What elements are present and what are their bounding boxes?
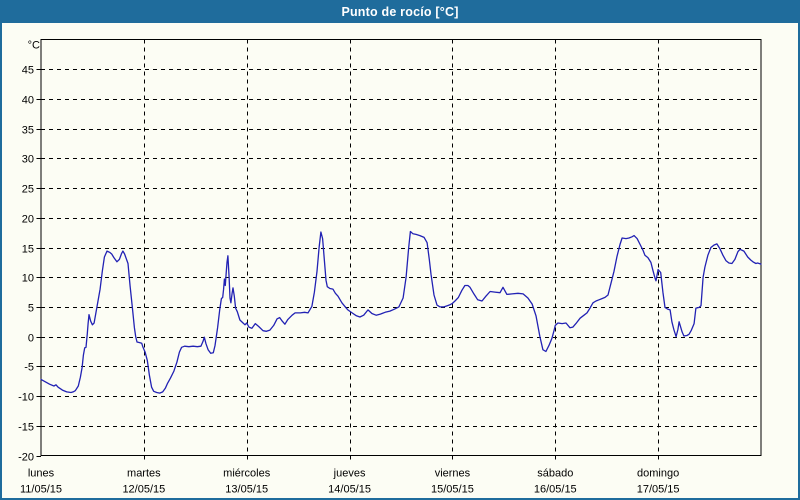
day-name-label: domingo <box>637 468 679 480</box>
y-tick-label: 10 <box>22 273 34 285</box>
dewpoint-chart: 45 40 35 30 25 20 15 10 5 0 -5 -10 -15 -20 °C lunes 11/0… <box>2 2 798 498</box>
y-tick-label: -20 <box>18 452 34 464</box>
y-tick-label: -10 <box>18 392 34 404</box>
y-tick-label: 15 <box>22 244 34 256</box>
y-tick-label: 35 <box>22 125 34 137</box>
day-date-label: 11/05/15 <box>20 484 62 496</box>
y-tick-label: -15 <box>18 422 34 434</box>
y-tick-label: 25 <box>22 184 34 196</box>
chart-window: Punto de rocío [°C] 454035302520151050-5… <box>0 0 800 500</box>
day-name-label: sábado <box>537 468 573 480</box>
day-name-label: lunes <box>28 468 55 480</box>
day-name-label: miércoles <box>223 468 271 480</box>
day-date-label: 13/05/15 <box>225 484 268 496</box>
plot-frame <box>41 40 761 456</box>
y-tick-label: 40 <box>22 95 34 107</box>
y-tick-label: 5 <box>28 303 34 315</box>
series-line <box>41 232 761 394</box>
day-date-label: 15/05/15 <box>431 484 474 496</box>
day-date-label: 14/05/15 <box>328 484 371 496</box>
y-axis-unit-label: °C <box>28 40 40 52</box>
day-date-label: 17/05/15 <box>637 484 680 496</box>
y-tick-label: 0 <box>28 333 34 345</box>
day-date-label: 12/05/15 <box>122 484 165 496</box>
y-tick-label: 20 <box>22 214 34 226</box>
day-name-label: viernes <box>435 468 471 480</box>
day-date-label: 16/05/15 <box>534 484 577 496</box>
y-tick-label: 30 <box>22 154 34 166</box>
day-name-label: jueves <box>333 468 366 480</box>
y-tick-label: -5 <box>24 362 34 374</box>
day-name-label: martes <box>127 468 161 480</box>
y-tick-label: 45 <box>22 65 34 77</box>
